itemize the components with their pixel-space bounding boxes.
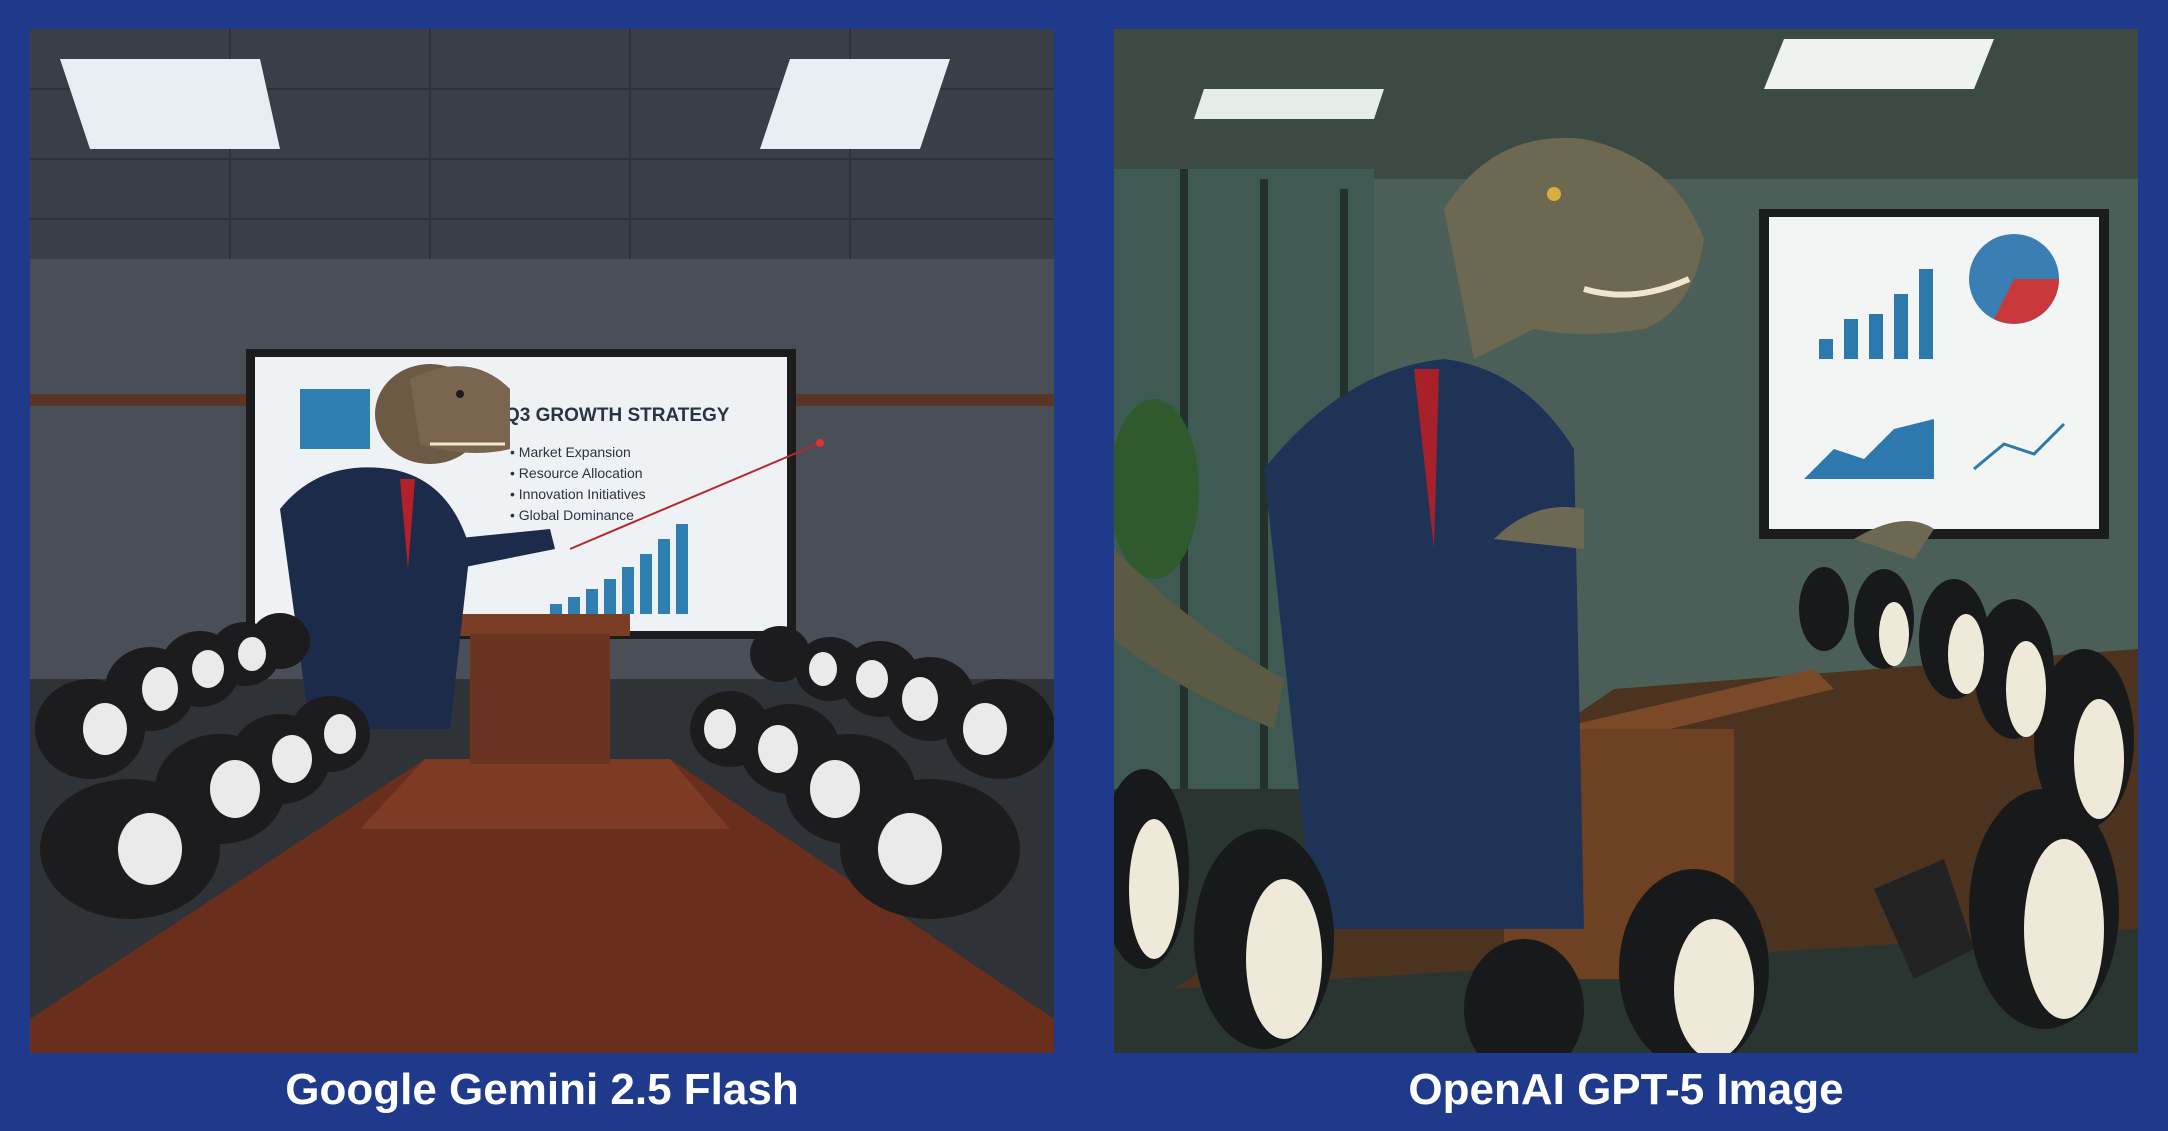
right-caption: OpenAI GPT-5 Image: [1408, 1064, 1844, 1114]
right-scene-illustration: [1114, 29, 2138, 1053]
left-caption: Google Gemini 2.5 Flash: [285, 1064, 799, 1114]
left-image-panel: Q3 GROWTH STRATEGY • Market Expansion • …: [30, 29, 1054, 1053]
slide-bullet-2: • Resource Allocation: [510, 465, 643, 481]
right-image-panel: [1114, 29, 2138, 1053]
slide-bullet-4: • Global Dominance: [510, 507, 634, 523]
left-scene-illustration: Q3 GROWTH STRATEGY • Market Expansion • …: [30, 29, 1054, 1053]
slide-title: Q3 GROWTH STRATEGY: [505, 405, 730, 426]
slide-bullet-1: • Market Expansion: [510, 444, 631, 460]
slide-bullet-3: • Innovation Initiatives: [510, 486, 646, 502]
